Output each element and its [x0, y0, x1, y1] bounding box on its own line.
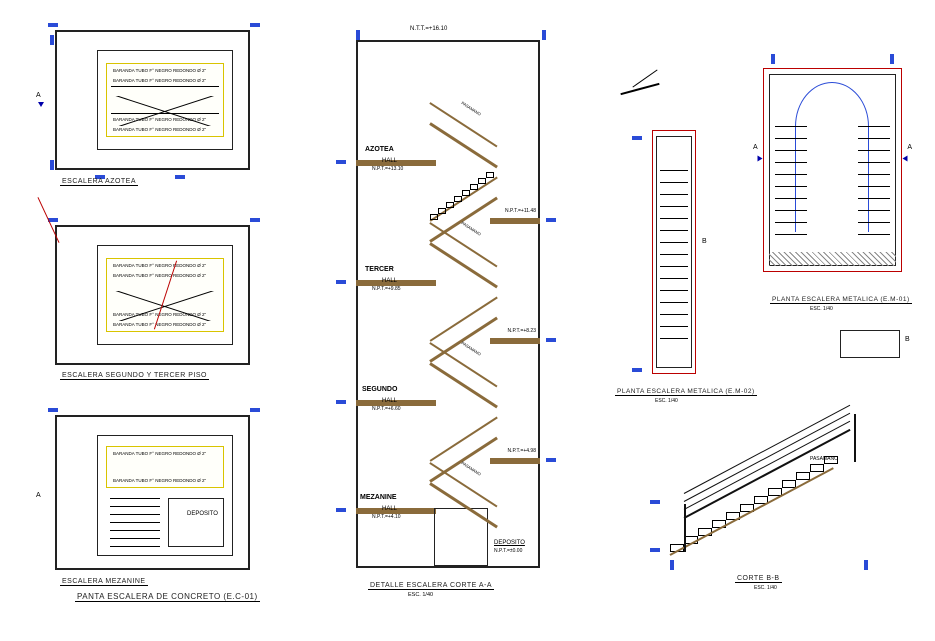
- row-label: BARANDA TUBO F° NEGRO REDONDO Ø 2": [113, 478, 206, 483]
- corte-title: CORTE B-B: [735, 575, 782, 583]
- row-label: BARANDA TUBO F° NEGRO REDONDO Ø 2": [113, 117, 206, 122]
- floor-label: MEZANINE: [360, 494, 397, 501]
- floor-label: AZOTEA: [365, 146, 394, 153]
- small-detail: [840, 330, 900, 358]
- floor-label: SEGUNDO: [362, 386, 397, 393]
- floor-sub: HALL: [382, 158, 397, 164]
- row-label: BARANDA TUBO F° NEGRO REDONDO Ø 2": [113, 322, 206, 327]
- floor-sub: HALL: [382, 506, 397, 512]
- row-label: BARANDA TUBO F° NEGRO REDONDO Ø 2": [113, 451, 206, 456]
- corner-detail-sketch: [620, 68, 670, 108]
- landing-level: N.P.T.=+8.23: [507, 328, 536, 334]
- row-label: BARANDA TUBO F° NEGRO REDONDO Ø 2": [113, 78, 206, 83]
- panel1-title: ESCALERA AZOTEA: [60, 178, 138, 186]
- plan-escalera-segundo-tercer: BARANDA TUBO F° NEGRO REDONDO Ø 2" BARAN…: [55, 225, 250, 365]
- floor-level: N.P.T.=+4.10: [372, 514, 401, 520]
- cut-marker-a: A: [753, 144, 758, 151]
- plan-em01-title: PLANTA ESCALERA METALICA (E.M-01): [770, 296, 912, 304]
- plan-metalica-em02: B: [630, 130, 710, 380]
- rail-label: PASAMANO: [810, 456, 838, 462]
- plan-em01-scale: ESC. 1/40: [810, 306, 833, 312]
- section-corte-aa: N.T.T.=+16.10 AZOTEA HALL N.P.T.=+13.10 …: [330, 40, 550, 580]
- floor-level: N.P.T.=+13.10: [372, 166, 403, 172]
- row-label: BARANDA TUBO F° NEGRO REDONDO Ø 2": [113, 263, 206, 268]
- floor-sub: HALL: [382, 398, 397, 404]
- corte-bb: PASAMANO: [640, 420, 900, 570]
- deposito-level: N.P.T.=±0.00: [494, 548, 522, 554]
- cut-marker-a: A: [36, 92, 41, 99]
- dim-tick: [356, 30, 360, 40]
- cut-marker-a: A: [36, 492, 41, 499]
- plan-escalera-azotea: BARANDA TUBO F° NEGRO REDONDO Ø 2" BARAN…: [55, 30, 250, 170]
- corte-scale: ESC. 1/40: [754, 585, 777, 591]
- arrow-icon: [38, 102, 44, 107]
- section-title: DETALLE ESCALERA CORTE A-A: [368, 582, 494, 590]
- deposito-label: DEPOSITO: [187, 511, 218, 517]
- panel3-title: ESCALERA MEZANINE: [60, 578, 148, 586]
- panel2-title: ESCALERA SEGUNDO Y TERCER PISO: [60, 372, 209, 380]
- cut-marker-a: A: [907, 144, 912, 151]
- row-label: BARANDA TUBO F° NEGRO REDONDO Ø 2": [113, 127, 206, 132]
- landing-level: N.P.T.=+4.98: [507, 448, 536, 454]
- landing: [490, 338, 540, 344]
- row-label: BARANDA TUBO F° NEGRO REDONDO Ø 2": [113, 68, 206, 73]
- plan-metalica-em01: A A: [755, 60, 910, 290]
- top-elevation: N.T.T.=+16.10: [410, 26, 447, 32]
- floor-label: TERCER: [365, 266, 394, 273]
- floor-sub: HALL: [382, 278, 397, 284]
- floor-level: N.P.T.=+9.85: [372, 286, 401, 292]
- plan-em02-scale: ESC. 1/40: [655, 398, 678, 404]
- section-scale: ESC. 1/40: [408, 592, 433, 598]
- small-detail-marker-b: B: [905, 336, 910, 343]
- plan-em02-title: PLANTA ESCALERA METALICA (E.M-02): [615, 388, 757, 396]
- plan-escalera-mezanine: BARANDA TUBO F° NEGRO REDONDO Ø 2" BARAN…: [55, 415, 250, 570]
- deposito-label: DEPOSITO: [494, 540, 525, 546]
- floor-level: N.P.T.=+6.60: [372, 406, 401, 412]
- landing: [490, 458, 540, 464]
- row-label: BARANDA TUBO F° NEGRO REDONDO Ø 2": [113, 273, 206, 278]
- dim-tick: [542, 30, 546, 40]
- left-group-title: PANTA ESCALERA DE CONCRETO (E.C-01): [75, 592, 260, 602]
- arrow-icon: [758, 156, 763, 162]
- cut-marker-b: B: [702, 238, 707, 245]
- arrow-icon: [903, 156, 908, 162]
